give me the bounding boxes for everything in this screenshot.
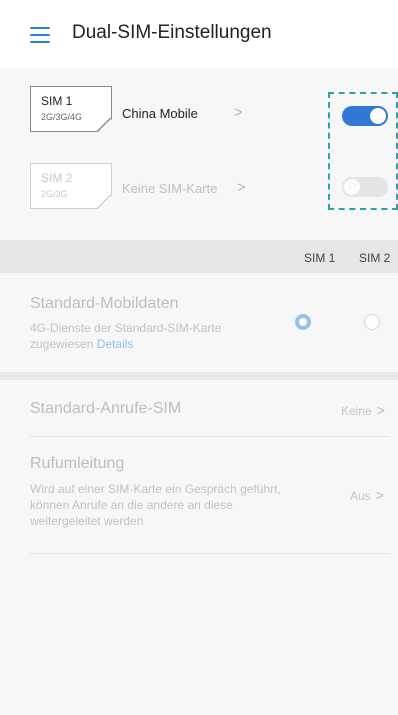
- sim2-card-icon: SIM 2 2G/3G: [30, 163, 112, 209]
- call-sim-chevron-right-icon: >: [376, 402, 385, 418]
- forwarding-value-group[interactable]: Aus >: [350, 487, 384, 503]
- column-sim1-label: SIM 1: [304, 251, 336, 265]
- row-divider: [30, 436, 390, 437]
- toggle-highlight-box: [328, 92, 398, 210]
- sim-column-header: SIM 1 SIM 2: [0, 240, 398, 273]
- mobile-data-sim1-radio[interactable]: [295, 314, 311, 330]
- forwarding-title[interactable]: Rufumleitung: [30, 455, 124, 473]
- call-sim-value: Keine: [341, 404, 372, 418]
- sim2-carrier[interactable]: Keine SIM-Karte: [122, 181, 217, 196]
- forwarding-value: Aus: [350, 489, 371, 503]
- sim1-network-label: 2G/3G/4G: [41, 112, 83, 122]
- sim1-card-icon: SIM 1 2G/3G/4G: [30, 86, 112, 132]
- call-sim-value-group[interactable]: Keine >: [341, 402, 385, 418]
- section-divider: [0, 372, 398, 380]
- hamburger-menu-icon[interactable]: [30, 27, 50, 43]
- sim2-network-label: 2G/3G: [41, 189, 68, 199]
- mobile-data-title: Standard-Mobildaten: [30, 295, 179, 312]
- sim2-chevron-right-icon[interactable]: >: [237, 179, 246, 196]
- page-title: Dual-SIM-Einstellungen: [72, 22, 272, 43]
- forwarding-chevron-right-icon: >: [375, 487, 384, 503]
- mobile-data-subtitle: 4G-Dienste der Standard-SIM-Karte zugewi…: [30, 320, 275, 352]
- column-sim2-label: SIM 2: [359, 251, 391, 265]
- sim1-carrier[interactable]: China Mobile: [122, 106, 198, 121]
- sim1-chevron-right-icon[interactable]: >: [234, 104, 243, 121]
- app-bar: Dual-SIM-Einstellungen: [0, 0, 398, 69]
- sim2-slot-label: SIM 2: [41, 171, 73, 185]
- sim1-slot-label: SIM 1: [41, 94, 73, 108]
- mobile-data-sim2-radio[interactable]: [364, 314, 380, 330]
- row-divider: [30, 553, 390, 554]
- details-link[interactable]: Details: [97, 337, 134, 351]
- call-sim-title[interactable]: Standard-Anrufe-SIM: [30, 400, 181, 418]
- forwarding-description: Wird auf einer SIM-Karte ein Gespräch ge…: [30, 482, 281, 528]
